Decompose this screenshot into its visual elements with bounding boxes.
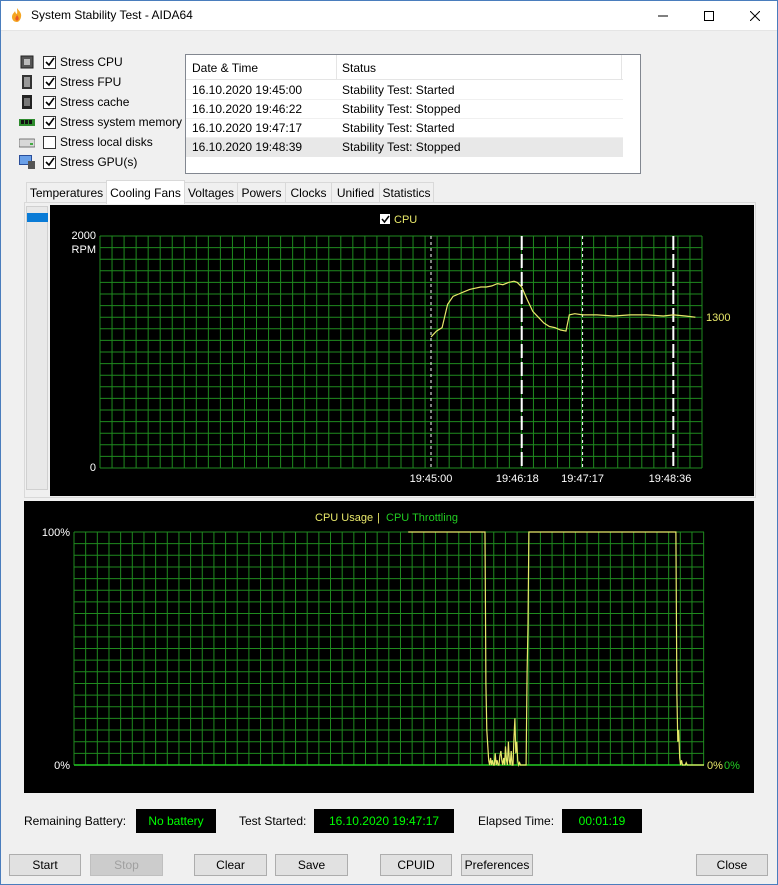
cpu-usage-current-value: 0% — [707, 760, 723, 772]
y-axis-max-label: 2000 — [72, 230, 96, 242]
cpu-fan-current-value: 1300 — [706, 312, 730, 324]
cpu-throttling-current-value: 0% — [724, 760, 740, 772]
y-axis-unit-label: RPM — [72, 244, 96, 256]
log-row[interactable]: 16.10.2020 19:46:22 Stability Test: Stopp… — [186, 100, 623, 119]
x-axis-tick-label: 19:46:18 — [496, 473, 539, 485]
start-button[interactable]: Start — [9, 854, 81, 876]
tab-temperatures[interactable]: Temperatures — [26, 182, 107, 203]
y-axis-min-label: 0 — [90, 462, 96, 474]
window-title: System Stability Test - AIDA64 — [31, 8, 193, 22]
elapsed-time-value: 00:01:19 — [562, 809, 642, 833]
log-cell-datetime: 16.10.2020 19:46:22 — [192, 102, 303, 116]
tab-clocks[interactable]: Clocks — [285, 182, 332, 203]
log-row[interactable]: 16.10.2020 19:45:00 Stability Test: Start… — [186, 81, 623, 100]
stress-option-checkbox[interactable] — [43, 55, 56, 69]
test-started-label: Test Started: — [239, 814, 307, 828]
checkmark-icon — [44, 57, 55, 67]
stress-option-checkbox[interactable] — [43, 95, 56, 109]
close-window-button[interactable] — [732, 0, 778, 31]
battery-label: Remaining Battery: — [24, 814, 127, 828]
stress-option-5[interactable]: Stress GPU(s) — [19, 153, 137, 171]
stress-option-checkbox[interactable] — [43, 115, 56, 129]
stress-option-checkbox[interactable] — [43, 135, 56, 149]
title-bar: System Stability Test - AIDA64 — [0, 0, 778, 31]
cpu-usage-chart: CPU Usage | CPU Throttling 100% 0% 0% 0% — [24, 501, 754, 793]
fan-speed-chart-svg: CPU 2000 RPM 0 19:45:00 19:46:18 19:47:17 19:48… — [72, 214, 730, 485]
maximize-button[interactable] — [686, 0, 732, 31]
stress-option-checkbox[interactable] — [43, 75, 56, 89]
tab-powers[interactable]: Powers — [237, 182, 286, 203]
aida64-flame-icon — [12, 8, 22, 22]
tab-statistics[interactable]: Statistics — [379, 182, 434, 203]
cpu-usage-chart-svg: CPU Usage | CPU Throttling100%0% 0% 0% — [42, 512, 740, 772]
log-row[interactable]: 16.10.2020 19:48:39 Stability Test: Stopp… — [186, 138, 623, 157]
minimize-button[interactable] — [640, 0, 686, 31]
x-axis-tick-label: 19:47:17 — [561, 473, 604, 485]
checkmark-icon — [44, 97, 55, 107]
log-row[interactable]: 16.10.2020 19:47:17 Stability Test: Start… — [186, 119, 623, 138]
y-axis-max-label: 100% — [42, 527, 70, 539]
checkmark-icon — [44, 117, 55, 127]
log-header-status[interactable]: Status — [342, 61, 376, 75]
close-icon — [750, 10, 760, 21]
stress-option-label: Stress cache — [60, 95, 130, 109]
cpu-chip-icon — [20, 55, 34, 69]
battery-value: No battery — [136, 809, 216, 833]
save-button[interactable]: Save — [275, 854, 348, 876]
legend-separator: | — [377, 512, 380, 524]
log-cell-status: Stability Test: Started — [342, 83, 455, 97]
elapsed-time-label: Elapsed Time: — [478, 814, 555, 828]
monitor-gpu-icon — [19, 155, 35, 169]
fan-selector-item-selected[interactable] — [27, 213, 48, 222]
x-axis-tick-label: 19:48:36 — [649, 473, 692, 485]
cache-chip-icon — [22, 95, 32, 109]
event-log-table[interactable]: Date & Time Status 16.10.2020 19:45:00 St… — [185, 54, 641, 174]
tab-voltages[interactable]: Voltages — [184, 182, 238, 203]
x-axis-tick-label: 19:45:00 — [410, 473, 453, 485]
log-cell-datetime: 16.10.2020 19:47:17 — [192, 121, 303, 135]
stress-option-checkbox[interactable] — [43, 155, 56, 169]
minimize-icon — [658, 15, 668, 16]
disk-drive-icon — [19, 138, 35, 148]
log-cell-datetime: 16.10.2020 19:45:00 — [192, 83, 303, 97]
stress-option-4[interactable]: Stress local disks — [19, 133, 153, 151]
log-cell-status: Stability Test: Started — [342, 121, 455, 135]
fpu-chip-icon — [22, 75, 32, 89]
legend-label-cpu-throttling: CPU Throttling — [386, 512, 458, 524]
checkmark-icon — [44, 157, 55, 167]
log-header-row: Date & Time Status — [186, 55, 623, 80]
stress-option-label: Stress local disks — [60, 135, 153, 149]
stop-button[interactable]: Stop — [90, 854, 163, 876]
log-cell-status: Stability Test: Stopped — [342, 102, 461, 116]
stress-option-0[interactable]: Stress CPU — [19, 53, 123, 71]
tab-unified[interactable]: Unified — [331, 182, 380, 203]
stress-option-label: Stress FPU — [60, 75, 122, 89]
close-button[interactable]: Close — [696, 854, 768, 876]
log-header-datetime[interactable]: Date & Time — [192, 61, 258, 75]
tab-cooling-fans[interactable]: Cooling Fans — [106, 180, 185, 204]
legend-label-cpu-usage: CPU Usage — [315, 512, 373, 524]
stress-option-label: Stress system memory — [60, 115, 183, 129]
clear-button[interactable]: Clear — [194, 854, 267, 876]
maximize-icon — [704, 10, 714, 21]
log-cell-datetime: 16.10.2020 19:48:39 — [192, 140, 303, 154]
test-started-value: 16.10.2020 19:47:17 — [314, 809, 454, 833]
log-cell-status: Stability Test: Stopped — [342, 140, 461, 154]
stress-option-2[interactable]: Stress cache — [19, 93, 129, 111]
memory-module-icon — [19, 119, 35, 126]
y-axis-min-label: 0% — [54, 760, 70, 772]
cpuid-button[interactable]: CPUID — [380, 854, 452, 876]
stress-option-label: Stress CPU — [60, 55, 123, 69]
fan-speed-chart: CPU 2000 RPM 0 19:45:00 19:46:18 19:47:17 19:48… — [50, 205, 754, 496]
preferences-button[interactable]: Preferences — [461, 854, 533, 876]
stress-option-label: Stress GPU(s) — [60, 155, 138, 169]
checkmark-icon — [44, 77, 55, 87]
legend-label-cpu: CPU — [394, 214, 417, 226]
stress-option-3[interactable]: Stress system memory — [19, 113, 182, 131]
stress-option-1[interactable]: Stress FPU — [19, 73, 121, 91]
fan-selector-list[interactable] — [26, 206, 48, 490]
